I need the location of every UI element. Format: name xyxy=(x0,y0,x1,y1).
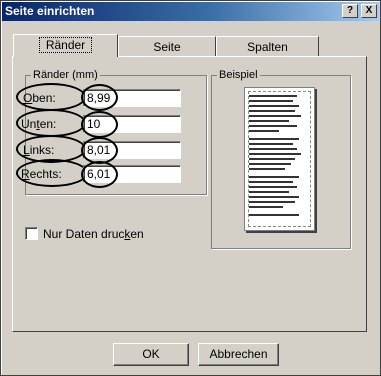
text-line xyxy=(249,148,297,150)
tab-raender[interactable]: Ränder xyxy=(13,34,118,57)
text-line xyxy=(249,120,289,122)
preview-group-label: Beispiel xyxy=(219,69,258,81)
help-button[interactable]: ? xyxy=(342,4,358,18)
text-line xyxy=(249,138,299,140)
text-line xyxy=(249,105,299,107)
margins-group-label: Ränder (mm) xyxy=(33,69,98,81)
text-line xyxy=(249,201,295,203)
right-margin-input[interactable]: 6,01 xyxy=(83,165,181,183)
tab-seite[interactable]: Seite xyxy=(118,36,216,57)
tab-raender-label: Ränder xyxy=(38,37,93,53)
tab-panel: Ränder (mm) Oben: 8,99 Unten: 10 Links: … xyxy=(12,56,367,332)
text-line xyxy=(249,110,295,112)
text-line xyxy=(249,143,293,145)
text-line xyxy=(249,206,283,208)
text-line xyxy=(249,115,301,117)
window-title: Seite einrichten xyxy=(5,4,95,18)
text-line xyxy=(249,181,293,183)
page-setup-dialog: Seite einrichten ? X Ränder Seite Spalte… xyxy=(0,0,381,376)
title-bar[interactable]: Seite einrichten ? X xyxy=(2,2,379,21)
ok-button[interactable]: OK xyxy=(113,343,189,366)
text-line xyxy=(249,153,301,155)
tab-spalten-label: Spalten xyxy=(247,40,288,54)
tab-seite-label: Seite xyxy=(153,40,181,54)
print-data-only-checkbox[interactable] xyxy=(25,227,38,240)
text-line xyxy=(249,176,299,178)
tab-spalten[interactable]: Spalten xyxy=(216,36,319,57)
text-line xyxy=(249,125,297,127)
print-data-only-label: Nur Daten drucken xyxy=(43,227,144,241)
top-margin-input[interactable]: 8,99 xyxy=(83,89,181,107)
left-margin-label: Links: xyxy=(23,143,55,157)
text-line xyxy=(249,130,279,132)
text-line xyxy=(249,168,285,170)
text-line xyxy=(249,191,289,193)
bottom-margin-input[interactable]: 10 xyxy=(83,115,181,133)
bottom-margin-label: Unten: xyxy=(21,117,57,131)
text-line xyxy=(249,196,299,198)
text-line xyxy=(249,214,299,216)
text-line xyxy=(249,100,293,102)
text-line xyxy=(249,95,297,97)
left-margin-input[interactable]: 8,01 xyxy=(83,141,181,159)
top-margin-label: Oben: xyxy=(23,91,56,105)
close-button[interactable]: X xyxy=(361,4,377,18)
right-margin-label: Rechts: xyxy=(21,167,62,181)
page-preview xyxy=(244,87,315,231)
cancel-button[interactable]: Abbrechen xyxy=(198,343,279,366)
text-line xyxy=(249,158,295,160)
text-line xyxy=(249,163,291,165)
text-line xyxy=(249,186,297,188)
